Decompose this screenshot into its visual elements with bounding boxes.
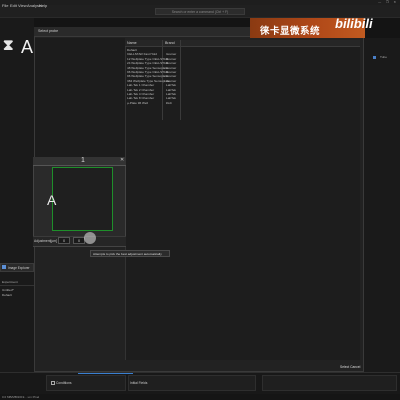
window-controls[interactable]: — ❐ ✕ [378,0,398,4]
bottom-right-block [262,375,397,391]
probe-brand-cell: ibidi [166,100,172,105]
explorer-item[interactable]: Default [2,293,12,297]
table-row[interactable]: µ-Plate 96 Well ibidi [126,101,360,105]
initial-fields-tab[interactable]: Initial Fields [130,381,147,385]
right-panel-item[interactable]: Tube [380,55,387,59]
bilibili-logo: bilibili [335,16,373,31]
conditions-tab[interactable]: Conditions [56,381,72,385]
dialog-left-area [35,38,125,158]
dialog-title: Select probe [38,29,59,33]
preview-header [33,157,126,166]
preview-frame [52,167,113,231]
command-search-input[interactable]: Search or enter a command (Ctrl + F) [155,8,245,15]
right-side-panel [364,38,400,372]
explorer-item[interactable]: Untitled* [2,288,14,292]
app-logo-icon: ⧗ [3,37,14,54]
preview-index: 1 [81,157,85,164]
adjustment-label: Adjustment[µm] [34,239,57,243]
menu-help[interactable]: Help [39,3,47,8]
preview-letter: A [47,192,57,208]
table-header [125,40,360,47]
mouse-cursor-highlight [84,232,96,244]
app-logo-letter: A [21,37,34,57]
menu-edit[interactable]: Edit [10,3,17,8]
tube-checkbox-icon[interactable] [373,56,376,59]
select-cancel-buttons[interactable]: Select Cancel [340,365,360,369]
menu-file[interactable]: File [2,3,8,8]
image-explorer-panel [0,272,34,372]
status-text: 0.0 MB/MB/2019... um Pixel [2,395,40,399]
brand-text: 徕卡显微系统 [260,26,321,37]
preview-close-icon[interactable]: ✕ [120,157,124,163]
menu-view[interactable]: View [18,3,27,8]
conditions-icon [51,381,55,385]
probe-name-cell: µ-Plate 96 Well [127,100,148,105]
status-bar [0,394,400,400]
column-header-brand[interactable]: Brand [165,41,175,45]
progress-accent-bar [78,373,133,374]
explorer-header: Experiment [0,280,34,286]
adjustment-input-x[interactable]: 0 [58,237,70,244]
image-explorer-icon [2,265,6,269]
column-header-name[interactable]: Name [127,41,137,45]
auto-adjust-tooltip: Attempts to pick the best adjustment aut… [90,250,170,257]
